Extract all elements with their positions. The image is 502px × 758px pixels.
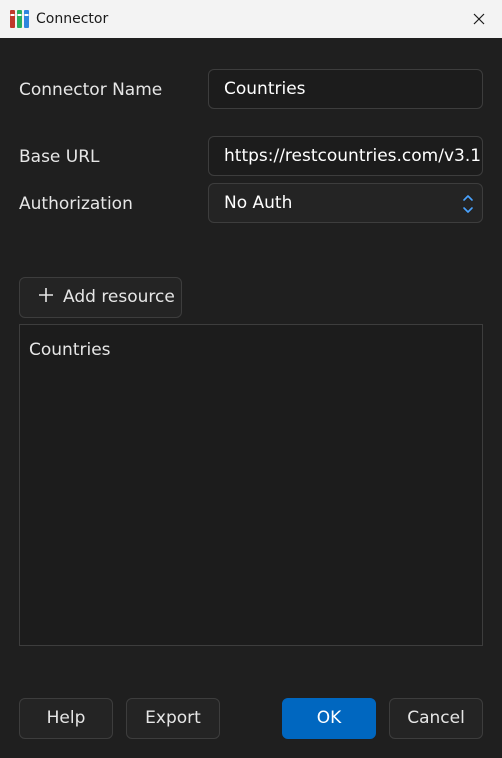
list-item[interactable]: Countries: [29, 339, 111, 361]
authorization-label: Authorization: [19, 194, 133, 214]
window-title: Connector: [36, 11, 109, 27]
plus-icon: [39, 288, 53, 302]
base-url-input[interactable]: https://restcountries.com/v3.1: [208, 136, 483, 176]
connector-name-label: Connector Name: [19, 80, 163, 100]
authorization-selected-value: No Auth: [224, 193, 293, 213]
add-resource-button[interactable]: Add resource: [19, 277, 182, 318]
updown-arrows-icon: [463, 195, 473, 213]
connector-name-input[interactable]: Countries: [208, 69, 483, 109]
cancel-button[interactable]: Cancel: [389, 698, 483, 739]
export-button[interactable]: Export: [126, 698, 220, 739]
base-url-label: Base URL: [19, 147, 100, 167]
close-button[interactable]: [456, 0, 502, 38]
connector-dialog: Connector Connector Name Countries Base …: [0, 0, 502, 758]
resource-list[interactable]: Countries: [19, 324, 483, 646]
authorization-select[interactable]: No Auth: [208, 183, 483, 223]
close-icon: [473, 13, 485, 25]
ok-button[interactable]: OK: [282, 698, 376, 739]
help-button[interactable]: Help: [19, 698, 113, 739]
title-bar: Connector: [0, 0, 502, 38]
add-resource-label: Add resource: [63, 287, 175, 307]
app-icon: [10, 10, 29, 28]
